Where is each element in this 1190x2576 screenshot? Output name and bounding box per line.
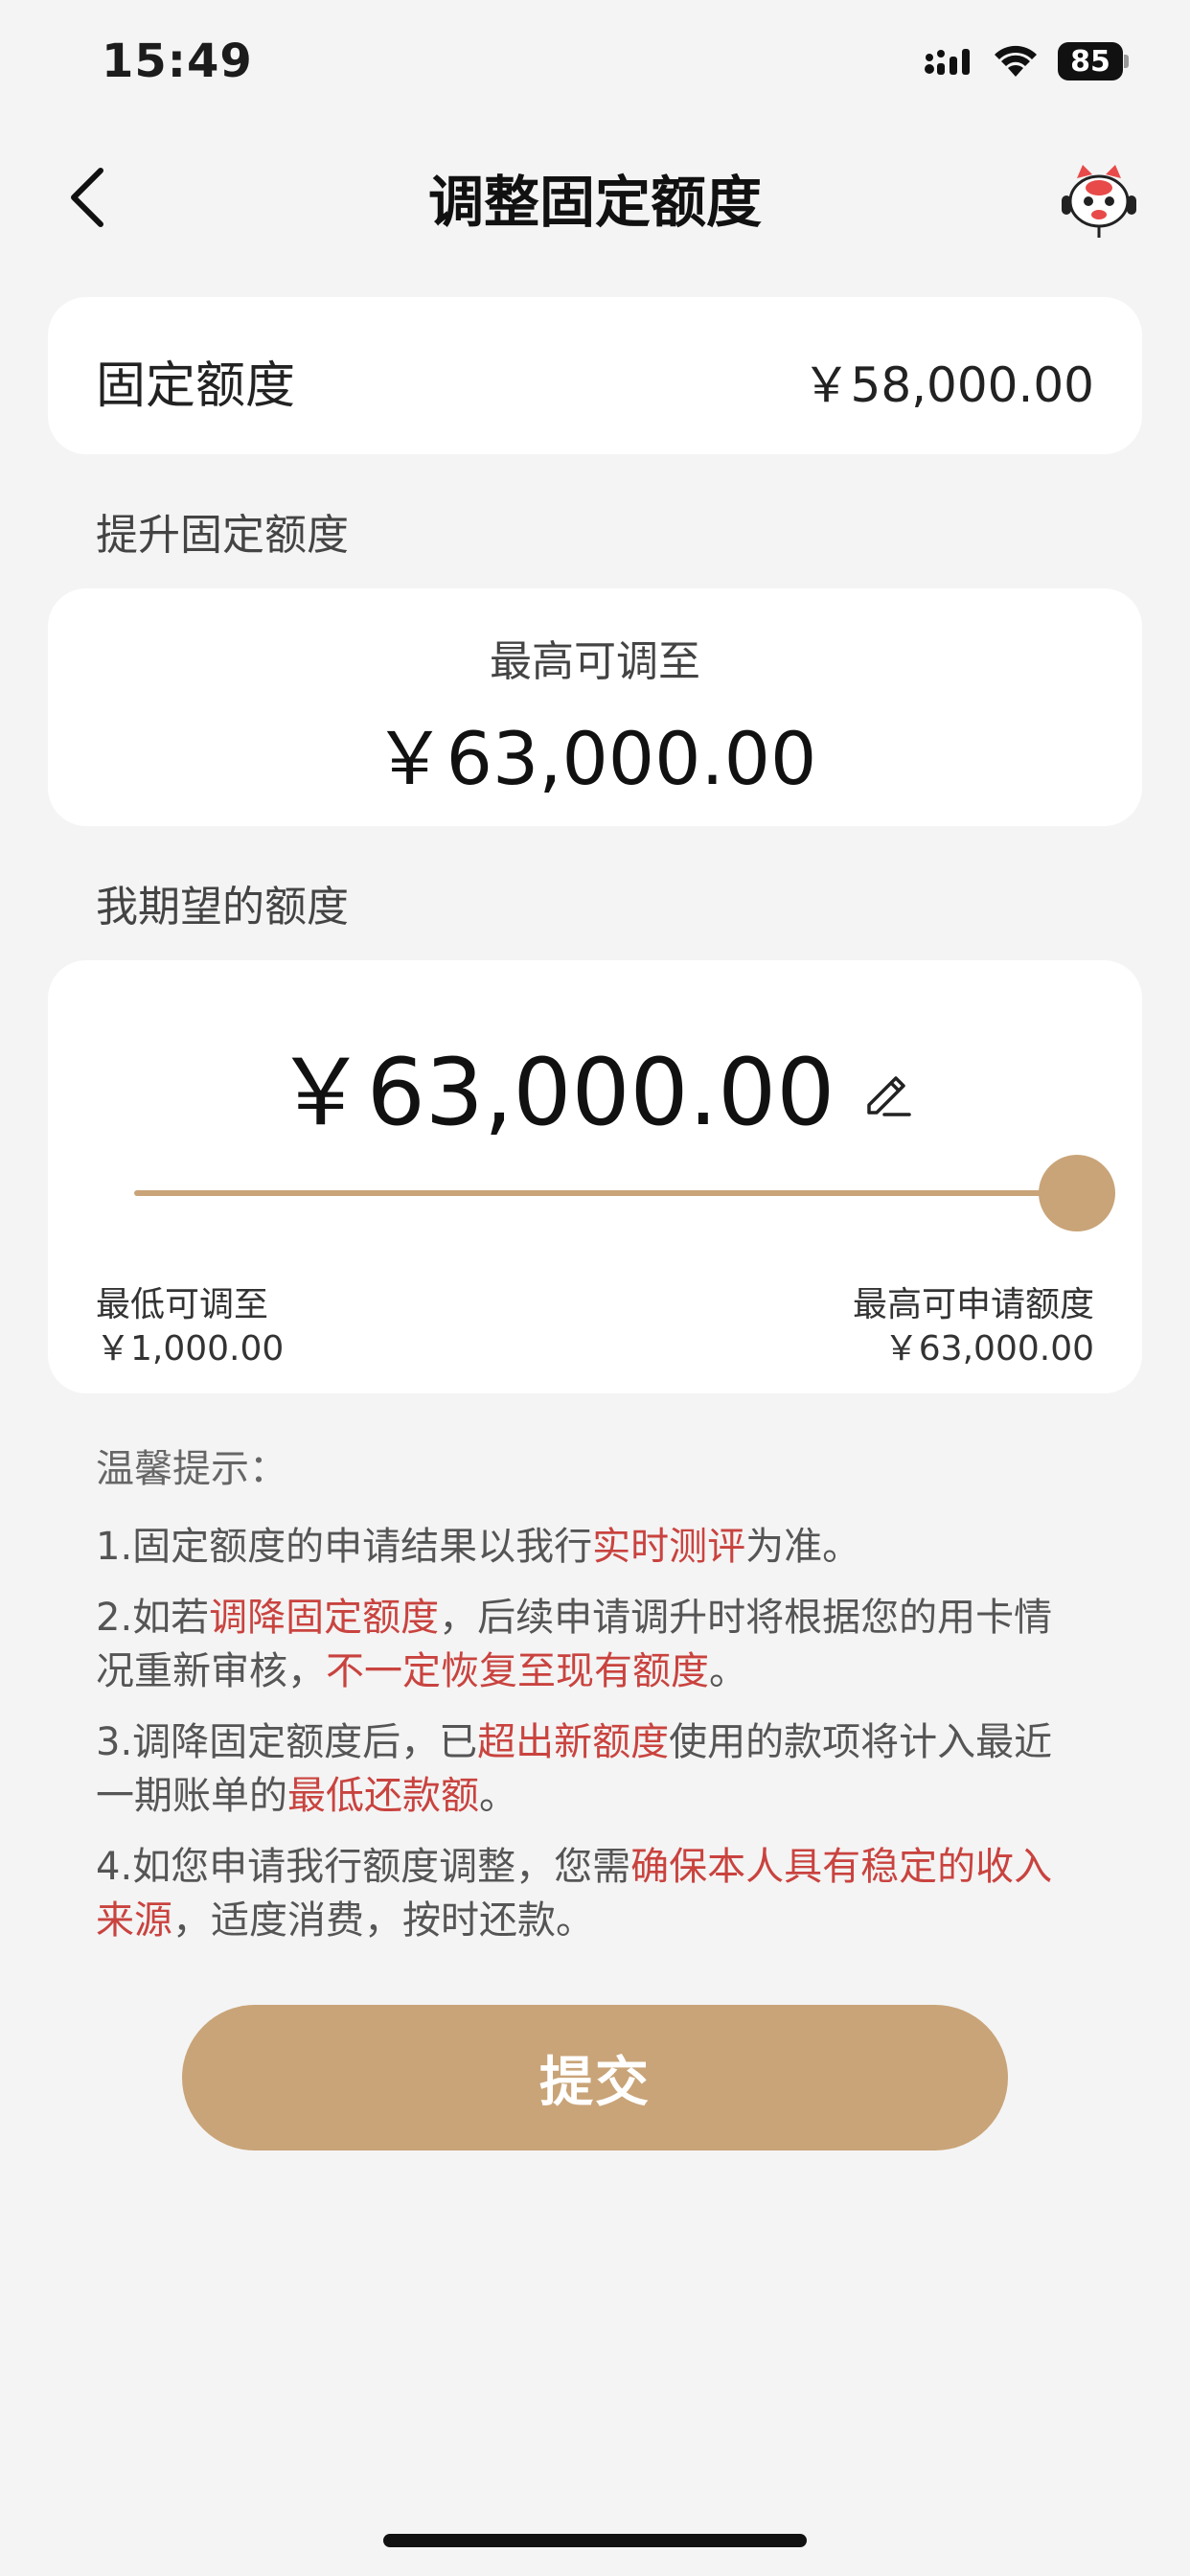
home-indicator bbox=[383, 2534, 807, 2547]
tip-text: 2.如若 bbox=[96, 1596, 210, 1640]
signal-icon bbox=[925, 49, 970, 75]
tip-text: 3.调降固定额度后，已 bbox=[96, 1720, 478, 1764]
tip-highlight-text: 调降固定额度 bbox=[209, 1596, 440, 1640]
range-min-value: ￥1,000.00 bbox=[96, 1329, 285, 1368]
tips-section: 温馨提示： 1.固定额度的申请结果以我行实时测评为准。 2.如若调降固定额度，后… bbox=[96, 1438, 1083, 1965]
max-limit-amount: ￥63,000.00 bbox=[373, 716, 817, 801]
pencil-icon bbox=[867, 1075, 912, 1116]
status-bar: 15:49 85 bbox=[0, 0, 1190, 134]
expected-amount-row: ￥63,000.00 bbox=[48, 1018, 1142, 1151]
tip-highlight-text: 最低还款额 bbox=[287, 1774, 479, 1818]
battery-cap bbox=[1124, 55, 1129, 68]
current-limit-value: ￥58,000.00 bbox=[802, 357, 1094, 413]
nav-bar: 调整固定额度 bbox=[0, 134, 1190, 259]
assistant-button[interactable] bbox=[1056, 157, 1142, 243]
expect-section-label: 我期望的额度 bbox=[96, 883, 349, 932]
tip-item: 4.如您申请我行额度调整，您需确保本人具有稳定的收入来源，适度消费，按时还款。 bbox=[96, 1840, 1083, 1947]
expected-limit-card: ￥63,000.00 最低可调至 ￥1,000.00 最高可申请额度 ￥63,0… bbox=[48, 960, 1142, 1393]
current-limit-card: 固定额度 ￥58,000.00 bbox=[48, 297, 1142, 454]
amount-slider-track[interactable] bbox=[134, 1190, 1073, 1196]
tip-text: 。 bbox=[479, 1774, 517, 1818]
tip-item: 1.固定额度的申请结果以我行实时测评为准。 bbox=[96, 1520, 1083, 1574]
tips-title: 温馨提示： bbox=[96, 1447, 287, 1491]
status-time: 15:49 bbox=[102, 34, 253, 88]
mascot-assistant-icon bbox=[1062, 165, 1136, 238]
max-limit-caption: 最高可调至 bbox=[490, 637, 700, 686]
battery-level: 85 bbox=[1058, 42, 1123, 80]
tip-text: ，适度消费，按时还款。 bbox=[172, 1898, 594, 1943]
battery-icon: 85 bbox=[1058, 42, 1129, 80]
tip-item: 3.调降固定额度后，已超出新额度使用的款项将计入最近一期账单的最低还款额。 bbox=[96, 1715, 1083, 1823]
tip-text: 为准。 bbox=[745, 1525, 861, 1569]
range-min-label: 最低可调至 bbox=[96, 1285, 269, 1324]
status-icons: 85 bbox=[924, 42, 1129, 80]
wifi-icon bbox=[995, 45, 1037, 77]
tip-text: 。 bbox=[709, 1649, 747, 1693]
tip-text: 1.固定额度的申请结果以我行 bbox=[96, 1525, 593, 1569]
page-title: 调整固定额度 bbox=[427, 170, 762, 235]
max-limit-card: 最高可调至 ￥63,000.00 bbox=[48, 588, 1142, 826]
submit-button[interactable]: 提交 bbox=[182, 2005, 1008, 2150]
tip-item: 2.如若调降固定额度，后续申请调升时将根据您的用卡情况重新审核，不一定恢复至现有… bbox=[96, 1591, 1083, 1698]
range-max-label: 最高可申请额度 bbox=[852, 1285, 1094, 1324]
raise-section-label: 提升固定额度 bbox=[96, 511, 349, 560]
amount-slider-thumb[interactable] bbox=[1039, 1155, 1115, 1231]
tip-highlight-text: 实时测评 bbox=[592, 1525, 746, 1569]
tip-highlight-text: 不一定恢复至现有额度 bbox=[326, 1649, 709, 1693]
current-limit-label: 固定额度 bbox=[96, 357, 296, 415]
range-max-value: ￥63,000.00 bbox=[883, 1329, 1094, 1368]
expected-amount: ￥63,000.00 bbox=[274, 1039, 835, 1146]
edit-amount-button[interactable] bbox=[858, 1063, 915, 1120]
tip-highlight-text: 超出新额度 bbox=[477, 1720, 670, 1764]
tip-text: 4.如您申请我行额度调整，您需 bbox=[96, 1845, 631, 1889]
